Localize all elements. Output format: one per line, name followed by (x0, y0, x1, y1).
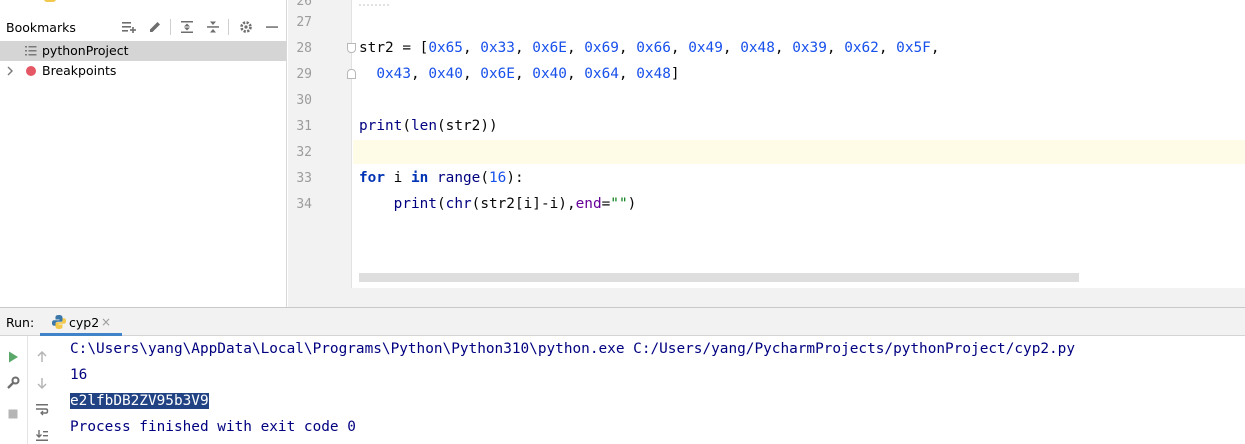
tree-item-label: Breakpoints (42, 63, 117, 78)
editor-bottom-bar (288, 288, 1245, 307)
edit-icon[interactable] (146, 18, 164, 36)
tree-item-breakpoints[interactable]: Breakpoints (0, 61, 286, 81)
horizontal-scrollbar[interactable] (359, 273, 1079, 282)
up-arrow-icon[interactable] (32, 347, 52, 367)
run-label: Run: (6, 315, 35, 330)
code-line: print(len(str2)) (359, 118, 498, 134)
list-icon (24, 44, 38, 62)
soft-wrap-icon[interactable] (32, 399, 52, 419)
gear-icon[interactable] (237, 18, 255, 36)
expand-all-icon[interactable] (178, 18, 196, 36)
line-number: 33 (296, 171, 312, 186)
console-line-text: Process finished with exit code 0 (70, 419, 356, 435)
line-number: 29 (296, 67, 312, 82)
wrench-icon[interactable] (3, 373, 23, 393)
scroll-to-end-icon[interactable] (32, 425, 52, 444)
down-arrow-icon[interactable] (32, 373, 52, 393)
python-icon (51, 314, 67, 334)
tree-item-pythonproject[interactable]: pythonProject (0, 41, 286, 62)
add-group-icon[interactable] (120, 18, 138, 36)
code-line: 0x43, 0x40, 0x6E, 0x40, 0x64, 0x48] (376, 66, 680, 82)
console-line-text: C:\Users\yang\AppData\Local\Programs\Pyt… (70, 341, 1076, 357)
bookmarks-panel: Bookmarks pythonProject Breakpoints (0, 0, 287, 307)
console-output[interactable]: C:\Users\yang\AppData\Local\Programs\Pyt… (70, 336, 1240, 444)
close-icon[interactable]: × (101, 315, 111, 329)
code-line: print(chr(str2[i]-i),end="") (393, 196, 637, 212)
line-number: 28 (296, 41, 312, 56)
code-area[interactable]: str2 = [0x65, 0x33, 0x6E, 0x69, 0x66, 0x… (353, 0, 1245, 288)
code-editor[interactable]: 26 27 28 29 30 31 32 33 34 str2 = [0x65,… (288, 0, 1245, 307)
code-line: str2 = [0x65, 0x33, 0x6E, 0x69, 0x66, 0x… (359, 40, 940, 56)
partial-line (359, 0, 389, 6)
line-number: 26 (296, 0, 312, 9)
toolbar-divider (27, 336, 28, 444)
current-line-highlight (353, 140, 1245, 164)
console-line: C:\Users\yang\AppData\Local\Programs\Pyt… (70, 337, 1075, 361)
toolbar-divider (170, 19, 171, 35)
line-number: 32 (296, 145, 312, 160)
run-panel: Run: cyp2 × C:\Users\yang\AppData\Local\… (0, 307, 1245, 444)
line-number: 27 (296, 15, 312, 30)
tree-partial-row (40, 0, 100, 4)
toolbar-divider (228, 19, 229, 35)
code-line: for i in range(16): (359, 170, 524, 186)
tree-item-label: pythonProject (42, 43, 129, 58)
line-number: 30 (296, 93, 312, 108)
run-tab-cyp2[interactable]: cyp2 × (40, 308, 122, 336)
hide-panel-icon[interactable] (263, 18, 281, 36)
console-line: 16 (70, 363, 87, 387)
run-icon[interactable] (3, 347, 23, 367)
console-line: Process finished with exit code 0 (70, 415, 356, 439)
console-line-text: e2lfbDB2ZV95b3V9 (70, 393, 209, 409)
editor-gutter[interactable]: 26 27 28 29 30 31 32 33 34 (288, 0, 356, 288)
run-header: Run: cyp2 × (0, 308, 1245, 336)
console-line-text: 16 (70, 367, 88, 383)
line-number: 31 (296, 119, 312, 134)
console-line-selected: e2lfbDB2ZV95b3V9 (70, 389, 209, 413)
bookmarks-title: Bookmarks (6, 20, 76, 35)
python-file-icon (44, 0, 56, 2)
bookmarks-header: Bookmarks (0, 13, 286, 41)
collapse-all-icon[interactable] (204, 18, 222, 36)
line-number: 34 (296, 197, 312, 212)
stop-icon[interactable] (3, 404, 23, 424)
run-toolbar (0, 336, 56, 444)
chevron-right-icon[interactable] (5, 65, 15, 81)
run-tab-label: cyp2 (69, 315, 100, 330)
breakpoint-icon (25, 65, 37, 81)
